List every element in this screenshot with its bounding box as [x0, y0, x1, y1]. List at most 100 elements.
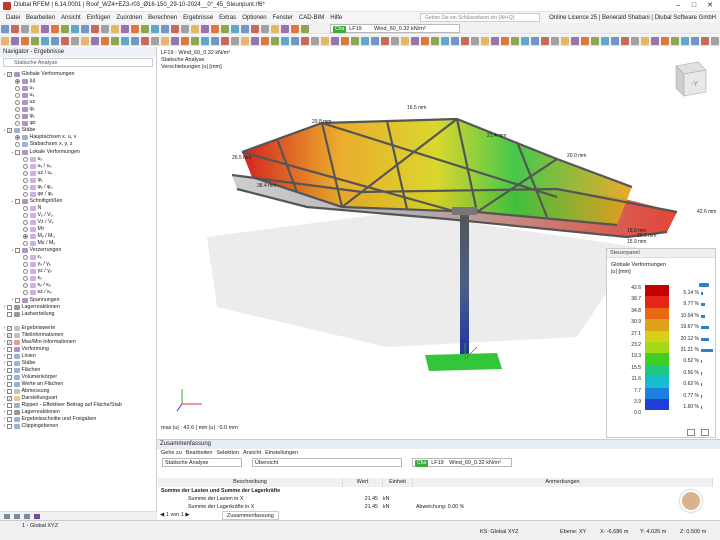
toolbar-button-icon[interactable]	[131, 24, 139, 33]
radio-button[interactable]	[15, 93, 20, 99]
toolbar-button-icon[interactable]	[481, 36, 489, 45]
checkbox[interactable]	[7, 304, 12, 310]
views-tab-icon[interactable]	[24, 514, 30, 519]
toolbar-button-icon[interactable]	[611, 36, 619, 45]
summary-analysis-select[interactable]: Statische Analyse	[162, 458, 242, 467]
toolbar-button-icon[interactable]	[121, 24, 129, 33]
toolbar-button-icon[interactable]	[651, 36, 659, 45]
toolbar-button-icon[interactable]	[121, 36, 129, 45]
tree-item[interactable]: Mт	[0, 226, 157, 233]
radio-button[interactable]	[23, 177, 28, 183]
tree-item[interactable]: γᵧ / γᵤ	[0, 261, 157, 268]
toolbar-button-icon[interactable]	[361, 36, 369, 45]
toolbar-button-icon[interactable]	[241, 24, 249, 33]
radio-button[interactable]	[15, 107, 20, 113]
display-tab-icon[interactable]	[14, 514, 20, 519]
toolbar-button-icon[interactable]	[101, 24, 109, 33]
toolbar-button-icon[interactable]	[701, 36, 709, 45]
menu-ansicht[interactable]: Ansicht	[61, 15, 81, 21]
toolbar-button-icon[interactable]	[711, 36, 719, 45]
tree-item[interactable]: ⌄ Verzerrungen	[0, 247, 157, 254]
radio-button[interactable]	[23, 241, 28, 247]
radio-button[interactable]	[23, 234, 28, 240]
tree-item[interactable]: › Ergebnisschnitte und Freigaben	[0, 416, 157, 423]
toolbar-button-icon[interactable]	[271, 36, 279, 45]
toolbar-button-icon[interactable]	[341, 36, 349, 45]
toolbar-button-icon[interactable]	[641, 36, 649, 45]
menu-berechnen[interactable]: Berechnen	[148, 15, 177, 21]
checkbox[interactable]	[7, 375, 12, 381]
radio-button[interactable]	[15, 86, 20, 92]
toolbar-button-icon[interactable]	[41, 24, 49, 33]
toolbar-button-icon[interactable]	[311, 36, 319, 45]
column-header-notes[interactable]: Anmerkungen	[413, 478, 713, 487]
toolbar-button-icon[interactable]	[381, 36, 389, 45]
toolbar-button-icon[interactable]	[31, 36, 39, 45]
toolbar-button-icon[interactable]	[11, 36, 19, 45]
toolbar-button-icon[interactable]	[61, 24, 69, 33]
toolbar-button-icon[interactable]	[91, 36, 99, 45]
toolbar-button-icon[interactable]	[1, 24, 9, 33]
toolbar-button-icon[interactable]	[21, 24, 29, 33]
tree-item[interactable]: εₓ	[0, 254, 157, 261]
checkbox[interactable]	[15, 149, 20, 155]
checkbox[interactable]	[7, 346, 12, 352]
summary-loadcase-select[interactable]: Cha LF19 Wind_60_0.32 kN/m²	[412, 458, 512, 467]
tree-item[interactable]: uz / uᵥ	[0, 170, 157, 177]
toolbar-button-icon[interactable]	[41, 36, 49, 45]
toolbar-button-icon[interactable]	[631, 36, 639, 45]
toolbar-button-icon[interactable]	[51, 36, 59, 45]
radio-button[interactable]	[15, 142, 20, 148]
checkbox[interactable]	[7, 403, 12, 409]
toolbar-button-icon[interactable]	[81, 24, 89, 33]
toolbar-button-icon[interactable]	[231, 36, 239, 45]
avatar[interactable]	[680, 490, 702, 512]
menu-extras[interactable]: Extras	[219, 15, 236, 21]
checkbox[interactable]: ✓	[7, 339, 12, 345]
radio-button[interactable]	[15, 135, 20, 141]
toolbar-button-icon[interactable]	[571, 36, 579, 45]
toolbar-button-icon[interactable]	[461, 36, 469, 45]
menu-einfuegen[interactable]: Einfügen	[87, 15, 111, 21]
toolbar-button-icon[interactable]	[61, 36, 69, 45]
menu-datei[interactable]: Datei	[6, 15, 20, 21]
summary-menu-settings[interactable]: Einstellungen	[265, 449, 298, 458]
radio-button[interactable]	[23, 283, 28, 289]
toolbar-button-icon[interactable]	[11, 24, 19, 33]
tree-item[interactable]: Vᵧ / Vᵤ	[0, 212, 157, 219]
radio-button[interactable]	[23, 290, 28, 296]
tree-item[interactable]: › ✓ Titelinformationen	[0, 332, 157, 339]
checkbox[interactable]	[7, 424, 12, 430]
tree-item[interactable]: uₓ	[0, 85, 157, 92]
checkbox[interactable]: ✓	[7, 396, 12, 402]
tree-item[interactable]: uₓ	[0, 156, 157, 163]
pager-next-icon[interactable]: ▶	[184, 512, 189, 518]
menu-cad-bim[interactable]: CAD-BIM	[299, 15, 324, 21]
toolbar-button-icon[interactable]	[531, 36, 539, 45]
radio-button[interactable]	[23, 227, 28, 233]
tree-item[interactable]: › Volumenkörper	[0, 374, 157, 381]
tree-item[interactable]: ⌄ ✓ Stäbe	[0, 127, 157, 134]
toolbar-button-icon[interactable]	[221, 36, 229, 45]
tree-item[interactable]: uᵧ / uᵤ	[0, 163, 157, 170]
radio-button[interactable]	[15, 121, 20, 127]
tree-item[interactable]: › ✓ Max/Min-Informationen	[0, 339, 157, 346]
tree-item[interactable]: N	[0, 205, 157, 212]
checkbox[interactable]	[7, 417, 12, 423]
panel-settings-icon[interactable]	[687, 429, 695, 436]
radio-button[interactable]	[15, 100, 20, 106]
toolbar-button-icon[interactable]	[221, 24, 229, 33]
toolbar-button-icon[interactable]	[161, 36, 169, 45]
toolbar-button-icon[interactable]	[281, 24, 289, 33]
maximize-icon[interactable]: □	[686, 1, 702, 11]
toolbar-button-icon[interactable]	[681, 36, 689, 45]
tree-item[interactable]: ⌄ ✓ Globale Verformungen	[0, 71, 157, 78]
close-icon[interactable]: ✕	[702, 1, 718, 11]
toolbar-button-icon[interactable]	[141, 24, 149, 33]
loadcase-name-select[interactable]: Wind_60_0.32 kN/m²	[372, 24, 460, 33]
column-header-value[interactable]: Wert	[343, 478, 383, 487]
minimize-icon[interactable]: –	[670, 1, 686, 11]
tree-item[interactable]: › Abmessung	[0, 388, 157, 395]
tree-item[interactable]: φₓ	[0, 106, 157, 113]
toolbar-button-icon[interactable]	[201, 36, 209, 45]
